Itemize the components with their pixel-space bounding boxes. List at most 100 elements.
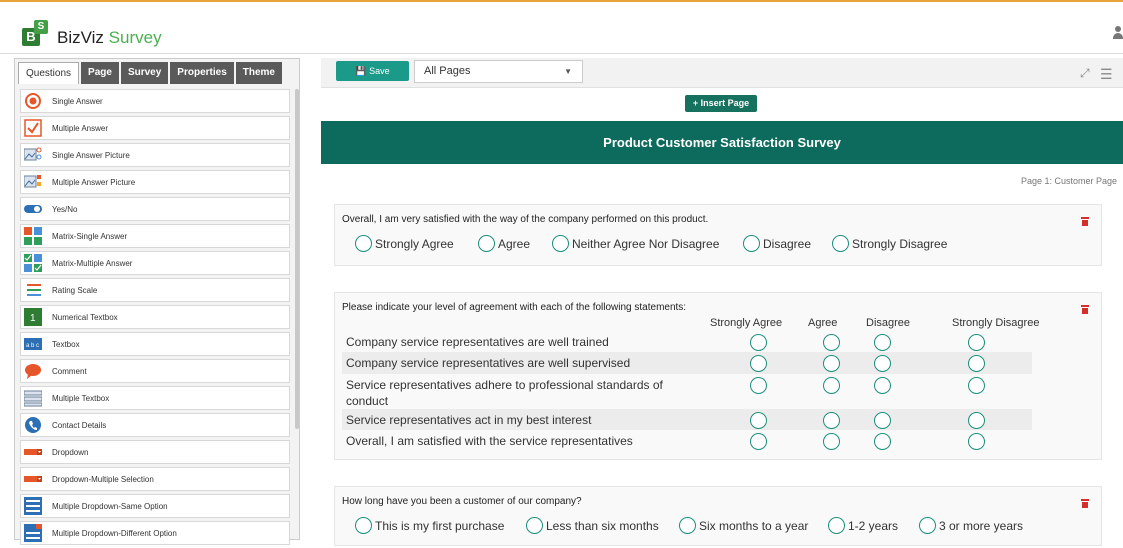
- question-type-item[interactable]: Matrix-Multiple Answer: [20, 251, 290, 275]
- matrix-radio-button[interactable]: [823, 377, 840, 394]
- question-type-item[interactable]: Multiple Answer: [20, 116, 290, 140]
- radio-option[interactable]: 3 or more years: [919, 517, 1023, 534]
- radio-option[interactable]: Neither Agree Nor Disagree: [552, 235, 719, 252]
- insert-page-button[interactable]: + Insert Page: [685, 95, 757, 112]
- user-icon[interactable]: [1112, 26, 1123, 40]
- radio-button[interactable]: [526, 517, 543, 534]
- delete-question-icon[interactable]: [1081, 499, 1089, 508]
- question-type-item[interactable]: Single Answer: [20, 89, 290, 113]
- tab-questions[interactable]: Questions: [18, 62, 80, 84]
- matrix-radio-button[interactable]: [750, 412, 767, 429]
- matrix-radio-button[interactable]: [750, 433, 767, 450]
- radio-option[interactable]: Disagree: [743, 235, 811, 252]
- tab-page[interactable]: Page: [81, 62, 119, 84]
- matrix-row: Service representatives adhere to profes…: [342, 374, 1032, 409]
- question-type-item[interactable]: Matrix-Single Answer: [20, 224, 290, 248]
- matrix-row-label: Overall, I am satisfied with the service…: [346, 434, 633, 448]
- matrix-radio-button[interactable]: [823, 334, 840, 351]
- question-3-text: How long have you been a customer of our…: [342, 496, 582, 507]
- save-button[interactable]: 💾 Save: [336, 61, 409, 81]
- multiple-answer-icon: [24, 119, 42, 137]
- matrix-radio-button[interactable]: [874, 334, 891, 351]
- save-button-label: Save: [369, 66, 390, 76]
- matrix-column-header: Disagree: [866, 317, 911, 329]
- matrix-radio-button[interactable]: [750, 355, 767, 372]
- matrix-radio-button[interactable]: [874, 377, 891, 394]
- tab-properties[interactable]: Properties: [170, 62, 234, 84]
- matrix-radio-button[interactable]: [968, 433, 985, 450]
- question-type-item[interactable]: Yes/No: [20, 197, 290, 221]
- question-type-item[interactable]: Multiple Dropdown-Different Option: [20, 521, 290, 545]
- question-type-item[interactable]: Multiple Answer Picture: [20, 170, 290, 194]
- radio-option[interactable]: Six months to a year: [679, 517, 808, 534]
- question-card-2[interactable]: Please indicate your level of agreement …: [334, 292, 1102, 460]
- radio-button[interactable]: [828, 517, 845, 534]
- matrix-row-label: Company service representatives are well…: [346, 335, 609, 349]
- radio-button[interactable]: [832, 235, 849, 252]
- radio-button[interactable]: [679, 517, 696, 534]
- delete-question-icon[interactable]: [1081, 305, 1089, 314]
- question-type-label: Numerical Textbox: [52, 312, 118, 322]
- question-type-label: Dropdown-Multiple Selection: [52, 474, 154, 484]
- radio-option-label: Strongly Agree: [375, 236, 454, 251]
- matrix-radio-button[interactable]: [968, 377, 985, 394]
- matrix-row-label: Company service representatives are well…: [346, 356, 631, 370]
- insert-page-label: Insert Page: [700, 98, 750, 108]
- matrix-radio-button[interactable]: [823, 412, 840, 429]
- question-type-label: Matrix-Single Answer: [52, 231, 128, 241]
- expand-icon[interactable]: ⤢: [1080, 66, 1090, 81]
- radio-option[interactable]: Strongly Disagree: [832, 235, 947, 252]
- matrix-single-icon: [24, 227, 42, 245]
- question-type-item[interactable]: Multiple Dropdown-Same Option: [20, 494, 290, 518]
- question-type-item[interactable]: Dropdown: [20, 440, 290, 464]
- textbox-icon: a b c: [24, 335, 42, 353]
- logo-s: S: [34, 20, 48, 34]
- question-type-item[interactable]: Multiple Textbox: [20, 386, 290, 410]
- svg-text:a b c: a b c: [26, 343, 39, 349]
- matrix-radio-button[interactable]: [968, 412, 985, 429]
- question-type-item[interactable]: Comment: [20, 359, 290, 383]
- matrix-radio-button[interactable]: [823, 433, 840, 450]
- panel-scrollbar[interactable]: [295, 89, 299, 429]
- tab-survey[interactable]: Survey: [120, 62, 169, 84]
- question-2-text: Please indicate your level of agreement …: [342, 302, 687, 313]
- matrix-radio-button[interactable]: [874, 355, 891, 372]
- radio-button[interactable]: [355, 517, 372, 534]
- radio-button[interactable]: [478, 235, 495, 252]
- chevron-down-icon: ▼: [564, 67, 572, 76]
- matrix-radio-button[interactable]: [750, 334, 767, 351]
- tab-theme[interactable]: Theme: [235, 62, 282, 84]
- menu-icon[interactable]: ☰: [1100, 66, 1113, 83]
- radio-option[interactable]: Agree: [478, 235, 530, 252]
- delete-question-icon[interactable]: [1081, 217, 1089, 226]
- matrix-radio-button[interactable]: [750, 377, 767, 394]
- question-type-item[interactable]: Single Answer Picture: [20, 143, 290, 167]
- question-type-item[interactable]: Contact Details: [20, 413, 290, 437]
- matrix-radio-button[interactable]: [874, 433, 891, 450]
- radio-button[interactable]: [919, 517, 936, 534]
- radio-option[interactable]: Strongly Agree: [355, 235, 454, 252]
- question-type-item[interactable]: Dropdown-Multiple Selection: [20, 467, 290, 491]
- radio-option-label: Six months to a year: [699, 518, 809, 533]
- question-type-label: Dropdown: [52, 447, 89, 457]
- radio-button[interactable]: [552, 235, 569, 252]
- matrix-radio-button[interactable]: [823, 355, 840, 372]
- matrix-radio-button[interactable]: [874, 412, 891, 429]
- question-type-item[interactable]: 1 Numerical Textbox: [20, 305, 290, 329]
- page-select-dropdown[interactable]: All Pages ▼: [414, 60, 583, 83]
- question-type-item[interactable]: Rating Scale: [20, 278, 290, 302]
- matrix-row: Company service representatives are well…: [342, 331, 1032, 352]
- question-card-3[interactable]: How long have you been a customer of our…: [334, 486, 1102, 546]
- matrix-radio-button[interactable]: [968, 355, 985, 372]
- question-card-1[interactable]: Overall, I am very satisfied with the wa…: [334, 204, 1102, 266]
- plus-icon: +: [692, 98, 699, 108]
- radio-button[interactable]: [743, 235, 760, 252]
- multiple-answer-picture-icon: [24, 173, 42, 191]
- single-answer-picture-icon: [24, 146, 42, 164]
- question-type-item[interactable]: a b c Textbox: [20, 332, 290, 356]
- radio-button[interactable]: [355, 235, 372, 252]
- radio-option[interactable]: 1-2 years: [828, 517, 898, 534]
- matrix-radio-button[interactable]: [968, 334, 985, 351]
- radio-option[interactable]: This is my first purchase: [355, 517, 504, 534]
- radio-option[interactable]: Less than six months: [526, 517, 659, 534]
